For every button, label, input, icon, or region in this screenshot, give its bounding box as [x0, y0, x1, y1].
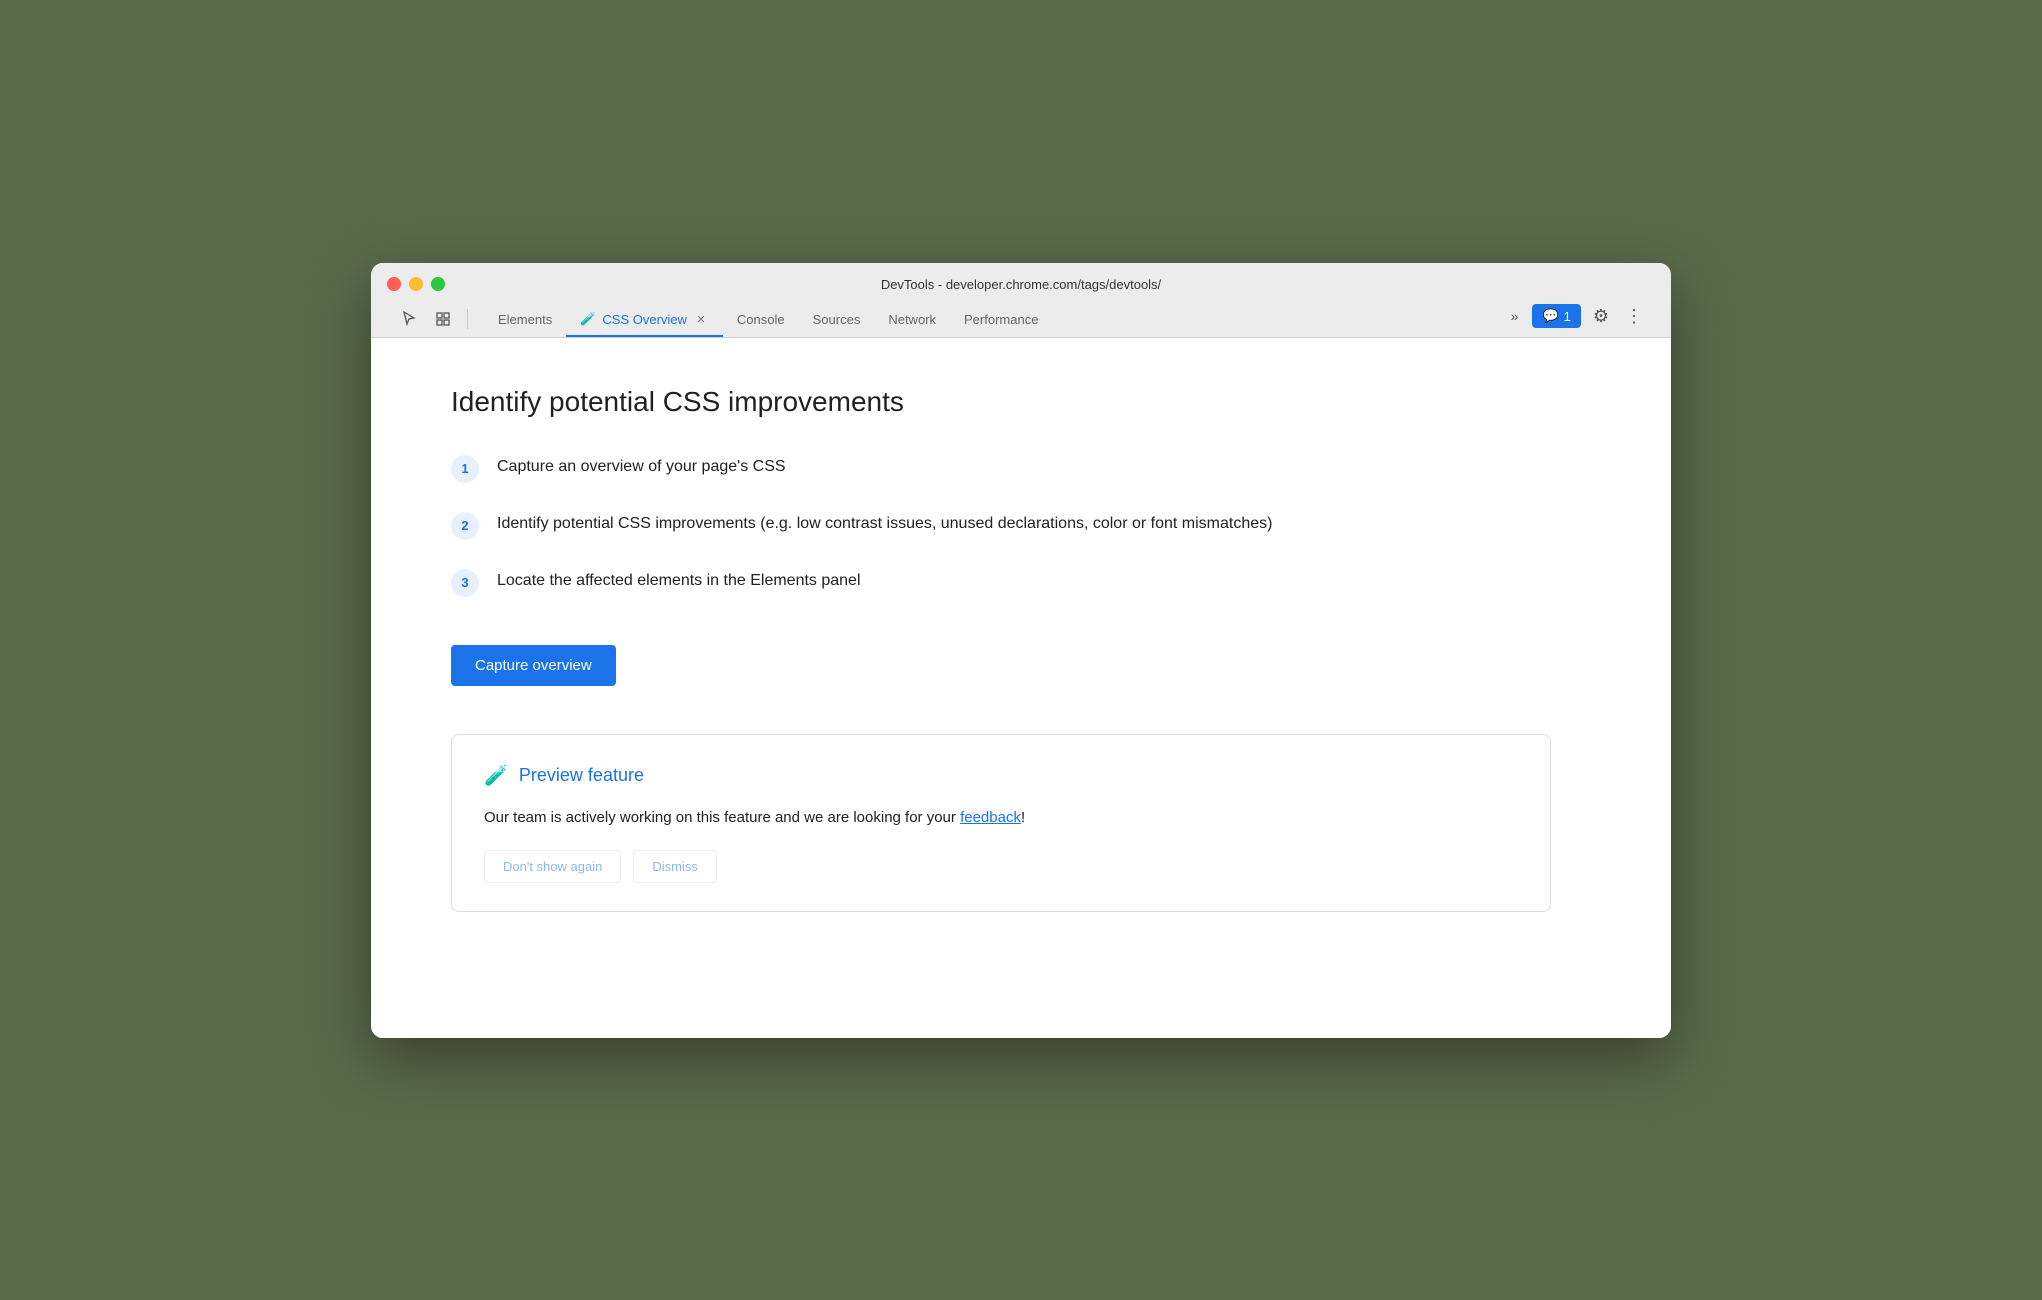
step-item-1: 1 Capture an overview of your page's CSS [451, 454, 1607, 483]
close-button[interactable] [387, 277, 401, 291]
preview-text: Our team is actively working on this fea… [484, 806, 1518, 830]
kebab-menu-icon[interactable]: ⋮ [1621, 302, 1647, 331]
tab-elements[interactable]: Elements [484, 304, 566, 337]
title-bar: DevTools - developer.chrome.com/tags/dev… [371, 263, 1671, 338]
feedback-button[interactable]: 💬 1 [1532, 304, 1580, 328]
step-text-3: Locate the affected elements in the Elem… [497, 568, 861, 594]
more-tabs-button[interactable]: » [1505, 304, 1525, 328]
step-item-2: 2 Identify potential CSS improvements (e… [451, 511, 1607, 540]
step-item-3: 3 Locate the affected elements in the El… [451, 568, 1607, 597]
minimize-button[interactable] [409, 277, 423, 291]
tab-bar: Elements 🧪 CSS Overview ✕ Console Source… [387, 302, 1655, 337]
steps-list: 1 Capture an overview of your page's CSS… [451, 454, 1607, 597]
main-content: Identify potential CSS improvements 1 Ca… [371, 338, 1671, 1038]
tab-css-overview[interactable]: 🧪 CSS Overview ✕ [566, 303, 723, 337]
flask-icon: 🧪 [580, 311, 596, 327]
preview-flask-icon: 🧪 [484, 763, 509, 788]
chat-icon: 💬 [1542, 308, 1558, 324]
preview-feature-title: Preview feature [519, 765, 644, 786]
settings-icon[interactable]: ⚙ [1589, 302, 1613, 331]
inspect-icon[interactable] [429, 305, 457, 333]
tab-performance[interactable]: Performance [950, 304, 1052, 337]
capture-overview-button[interactable]: Capture overview [451, 645, 616, 686]
feedback-link[interactable]: feedback [960, 809, 1021, 826]
tabs-right: » 💬 1 ⚙ ⋮ [1505, 302, 1647, 337]
preview-buttons: Don't show again Dismiss [484, 850, 1518, 883]
preview-btn-1[interactable]: Don't show again [484, 850, 621, 883]
preview-feature-box: 🧪 Preview feature Our team is actively w… [451, 734, 1551, 912]
page-title: Identify potential CSS improvements [451, 386, 1607, 418]
devtools-window: DevTools - developer.chrome.com/tags/dev… [371, 263, 1671, 1038]
toolbar-left [395, 305, 472, 333]
window-title: DevTools - developer.chrome.com/tags/dev… [881, 277, 1161, 292]
step-number-2: 2 [451, 512, 479, 540]
maximize-button[interactable] [431, 277, 445, 291]
title-bar-top: DevTools - developer.chrome.com/tags/dev… [387, 277, 1655, 292]
preview-header: 🧪 Preview feature [484, 763, 1518, 788]
tabs-container: Elements 🧪 CSS Overview ✕ Console Source… [484, 302, 1505, 336]
preview-btn-2[interactable]: Dismiss [633, 850, 717, 883]
cursor-icon[interactable] [395, 305, 423, 333]
step-text-2: Identify potential CSS improvements (e.g… [497, 511, 1272, 537]
tab-console[interactable]: Console [723, 304, 799, 337]
tab-sources[interactable]: Sources [799, 304, 875, 337]
tab-close-icon[interactable]: ✕ [693, 311, 709, 327]
traffic-lights [387, 277, 445, 291]
tab-divider [467, 309, 468, 329]
step-text-1: Capture an overview of your page's CSS [497, 454, 786, 480]
tab-network[interactable]: Network [874, 304, 950, 337]
step-number-1: 1 [451, 455, 479, 483]
step-number-3: 3 [451, 569, 479, 597]
